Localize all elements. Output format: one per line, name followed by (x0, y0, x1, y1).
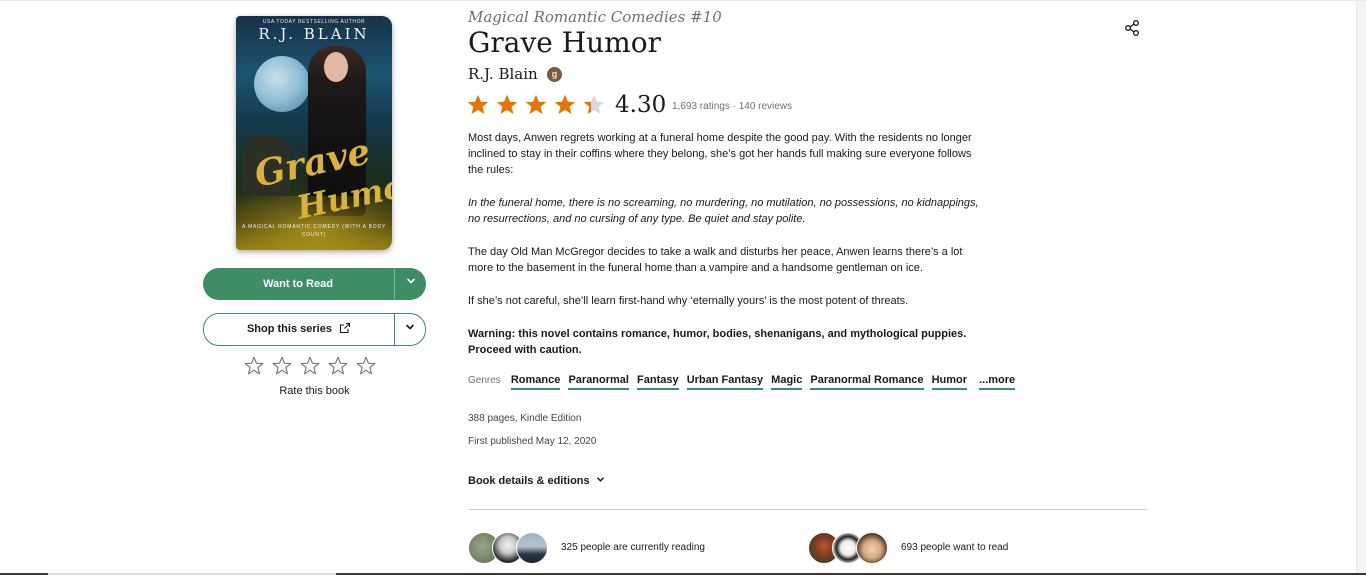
book-description: Most days, Anwen regrets working at a fu… (468, 130, 988, 375)
page-count: 388 pages, Kindle Edition (468, 413, 582, 424)
want-to-read-count[interactable]: 693 people want to read (901, 542, 1008, 553)
ratings-reviews-count[interactable]: 1,693 ratings · 140 reviews (672, 101, 792, 112)
description-paragraph: Warning: this novel contains romance, hu… (468, 328, 967, 356)
page-scrollbar[interactable] (1356, 1, 1366, 573)
cover-author: R.J. BLAIN (258, 25, 370, 43)
genre-link[interactable]: Paranormal Romance (810, 374, 924, 390)
external-link-icon (339, 316, 351, 334)
book-title: Grave Humor (468, 26, 661, 59)
author-link[interactable]: R.J. Blain (468, 65, 538, 83)
rate-star-1[interactable] (243, 355, 267, 379)
cover-moon (254, 56, 310, 112)
chevron-down-icon[interactable] (395, 314, 425, 345)
genre-link[interactable]: Paranormal (568, 374, 629, 390)
genres-label: Genres (468, 375, 501, 386)
genres-list: Genres Romance Paranormal Fantasy Urban … (468, 374, 1016, 390)
book-details-label[interactable]: Book details & editions (468, 475, 590, 487)
average-rating-value: 4.30 (615, 92, 667, 118)
genre-link[interactable]: Romance (510, 374, 561, 390)
shop-series-label-wrap[interactable]: Shop this series (204, 314, 394, 345)
top-divider (0, 0, 1366, 1)
currently-reading-avatars[interactable] (468, 532, 550, 564)
shop-series-label[interactable]: Shop this series (247, 323, 332, 335)
description-paragraph: The day Old Man McGregor decides to take… (468, 246, 963, 274)
genre-link[interactable]: Humor (931, 374, 968, 390)
currently-reading-count[interactable]: 325 people are currently reading (561, 542, 705, 553)
rate-star-5[interactable] (355, 355, 379, 379)
book-cover[interactable]: USA TODAY BESTSELLING AUTHOR R.J. BLAIN … (236, 16, 392, 250)
cover-face (324, 52, 348, 82)
description-paragraph: Most days, Anwen regrets working at a fu… (468, 132, 972, 176)
genre-link[interactable]: Magic (771, 374, 803, 390)
book-details-toggle[interactable]: Book details & editions (468, 475, 605, 487)
rate-star-3[interactable] (299, 355, 323, 379)
star-full-icon (524, 93, 548, 117)
rate-star-4[interactable] (327, 355, 351, 379)
description-paragraph: In the funeral home, there is no screami… (468, 197, 979, 225)
want-to-read-button[interactable]: Want to Read (203, 268, 426, 300)
goodreads-author-badge-icon: g (547, 67, 562, 82)
rate-this-book-stars[interactable] (243, 355, 383, 379)
want-to-read-avatars[interactable] (808, 532, 890, 564)
avatar (856, 532, 888, 564)
genre-link[interactable]: Urban Fantasy (686, 374, 764, 390)
avatar (516, 532, 548, 564)
publication-date: First published May 12, 2020 (468, 436, 597, 447)
section-divider (468, 509, 1147, 510)
description-paragraph: If she’s not careful, she’ll learn first… (468, 295, 909, 307)
average-rating-stars (466, 93, 616, 119)
cover-subtitle: A MAGICAL ROMANTIC COMEDY (WITH A BODY C… (241, 224, 387, 238)
chevron-down-icon[interactable] (395, 268, 426, 300)
star-partial-icon (582, 93, 606, 117)
genre-link[interactable]: Fantasy (637, 374, 679, 390)
star-full-icon (553, 93, 577, 117)
series-link[interactable]: Magical Romantic Comedies #10 (468, 8, 722, 26)
shop-series-button[interactable]: Shop this series (203, 313, 426, 346)
star-full-icon (495, 93, 519, 117)
genres-more-link[interactable]: ...more (979, 374, 1016, 390)
rate-this-book-label: Rate this book (279, 385, 350, 397)
want-to-read-label[interactable]: Want to Read (203, 268, 393, 300)
star-full-icon (466, 93, 490, 117)
chevron-down-icon[interactable] (596, 476, 605, 486)
share-icon[interactable] (1123, 19, 1141, 37)
rate-star-2[interactable] (271, 355, 295, 379)
